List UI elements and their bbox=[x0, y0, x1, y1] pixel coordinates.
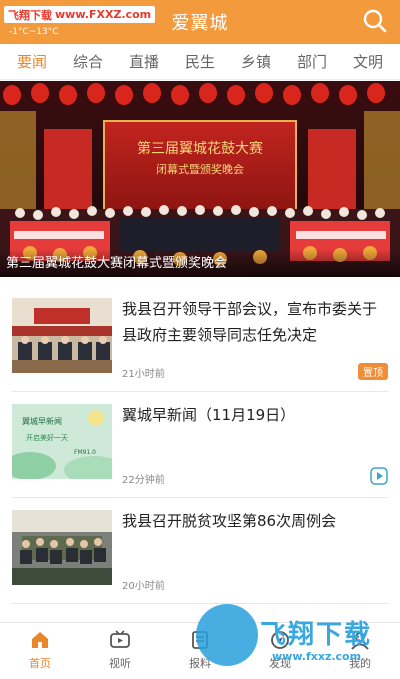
app-header: 飞翔下载 www.FXXZ.com -1°C~13°C 爱翼城 bbox=[0, 0, 400, 44]
play-icon[interactable] bbox=[370, 467, 388, 485]
featured-banner[interactable]: 第三届翼城花鼓大赛 闭幕式暨颁奖晚会 第三届翼城花鼓大赛闭幕式暨颁奖晚会 bbox=[0, 81, 400, 277]
thumb-subtitle: 开启美好一天 bbox=[26, 433, 68, 442]
thumb-title: 翼城早新闻 bbox=[22, 416, 62, 426]
nav-label: 视听 bbox=[109, 657, 131, 670]
news-title: 我县召开脱贫攻坚第86次周例会 bbox=[122, 512, 337, 530]
tab-minsheng[interactable]: 民生 bbox=[183, 45, 217, 78]
news-time: 21小时前 bbox=[122, 369, 165, 380]
banner-stage-image: 第三届翼城花鼓大赛 闭幕式暨颁奖晚会 bbox=[0, 81, 400, 277]
watermark-logo bbox=[196, 604, 258, 666]
tab-zhibo[interactable]: 直播 bbox=[127, 45, 161, 78]
nav-label: 首页 bbox=[29, 657, 51, 670]
thumb-fm: FM91.0 bbox=[74, 449, 96, 456]
news-time: 22分钟前 bbox=[122, 475, 165, 486]
news-title: 我县召开领导干部会议，宣布市委关于县政府主要领导同志任免决定 bbox=[122, 300, 378, 344]
banner-screen-subtitle: 闭幕式暨颁奖晚会 bbox=[156, 162, 244, 176]
pinned-tag: 置顶 bbox=[358, 363, 388, 380]
tab-zonghe[interactable]: 综合 bbox=[71, 45, 105, 78]
home-icon bbox=[32, 632, 48, 648]
nav-home[interactable]: 首页 bbox=[0, 623, 80, 679]
watermark-title: 飞翔下载 bbox=[260, 620, 373, 650]
news-thumbnail: 翼城早新闻 开启美好一天 FM91.0 bbox=[12, 404, 112, 479]
banner-caption-bar: 第三届翼城花鼓大赛闭幕式暨颁奖晚会 bbox=[0, 249, 400, 277]
meeting-photo bbox=[12, 298, 112, 373]
category-tabs: 要闻 综合 直播 民生 乡镇 部门 文明 bbox=[0, 44, 400, 80]
news-title: 翼城早新闻（11月19日） bbox=[122, 406, 296, 424]
news-item[interactable]: 翼城早新闻 开启美好一天 FM91.0 翼城早新闻（11月19日） 22分钟前 bbox=[12, 392, 388, 498]
tab-yaowen[interactable]: 要闻 bbox=[15, 45, 49, 78]
radio-program-thumbnail: 翼城早新闻 开启美好一天 FM91.0 bbox=[12, 404, 112, 479]
watermark-url: www.fxxz.com bbox=[272, 650, 362, 663]
news-list: 我县召开领导干部会议，宣布市委关于县政府主要领导同志任免决定 21小时前 置顶 … bbox=[0, 286, 400, 604]
tab-bumen[interactable]: 部门 bbox=[295, 45, 329, 78]
conference-photo bbox=[12, 510, 112, 585]
banner-caption: 第三届翼城花鼓大赛闭幕式暨颁奖晚会 bbox=[6, 256, 228, 271]
tv-icon bbox=[110, 630, 130, 648]
banner-screen-title: 第三届翼城花鼓大赛 bbox=[137, 140, 263, 157]
tab-xiangzhen[interactable]: 乡镇 bbox=[239, 45, 273, 78]
watermark-overlay: 飞翔下载 www.fxxz.com bbox=[190, 602, 400, 679]
news-thumbnail bbox=[12, 298, 112, 373]
news-thumbnail bbox=[12, 510, 112, 585]
news-item[interactable]: 我县召开领导干部会议，宣布市委关于县政府主要领导同志任免决定 21小时前 置顶 bbox=[12, 286, 388, 392]
app-title: 爱翼城 bbox=[171, 13, 229, 34]
search-icon bbox=[363, 9, 387, 33]
news-time: 20小时前 bbox=[122, 581, 165, 592]
nav-shiting[interactable]: 视听 bbox=[80, 623, 160, 679]
tab-wenming[interactable]: 文明 bbox=[351, 45, 385, 78]
news-item[interactable]: 我县召开脱贫攻坚第86次周例会 20小时前 bbox=[12, 498, 388, 604]
search-button[interactable] bbox=[362, 8, 388, 34]
